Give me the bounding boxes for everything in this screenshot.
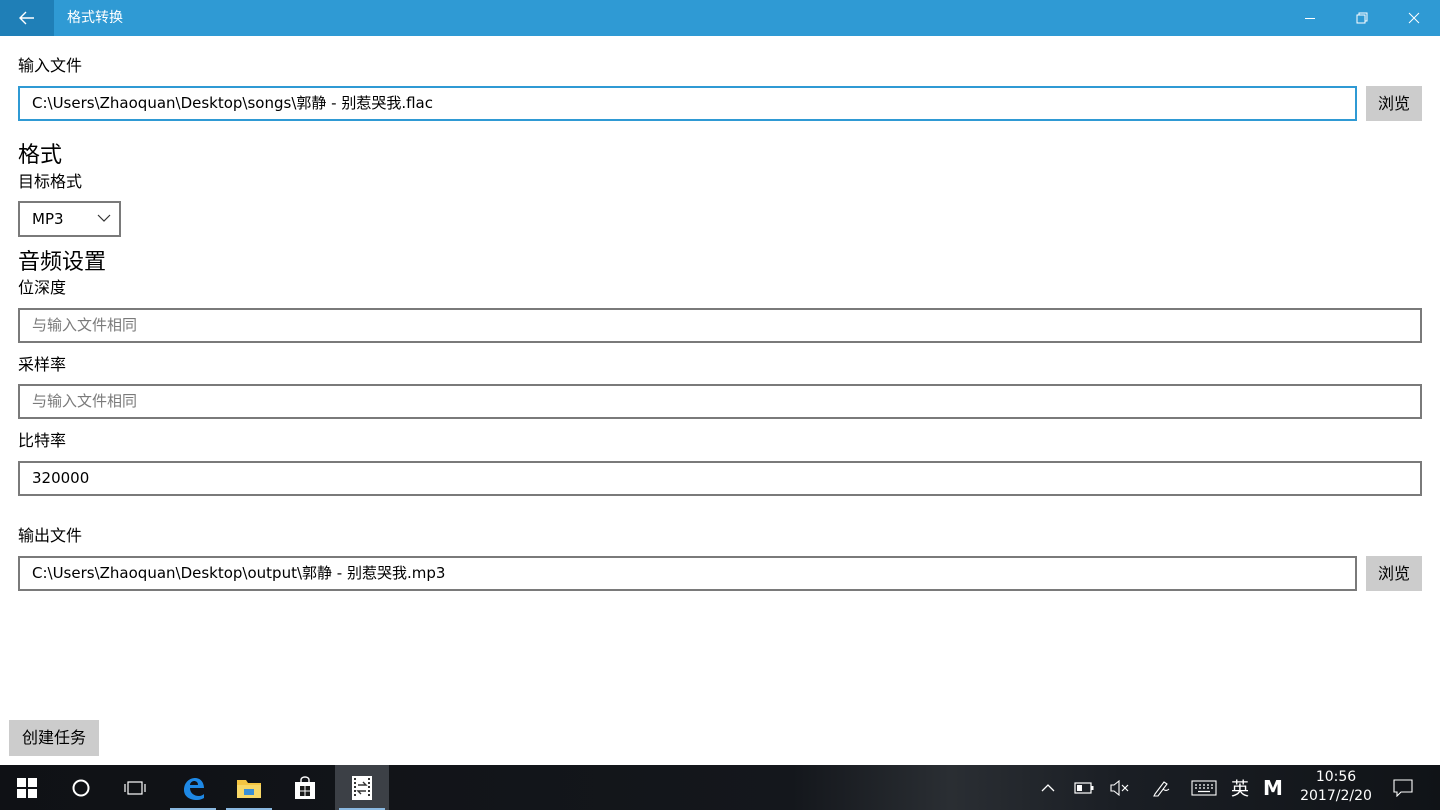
notification-icon [1393, 778, 1413, 797]
cortana-circle-icon [72, 779, 90, 796]
edge-browser-icon [184, 777, 204, 800]
close-button[interactable] [1388, 0, 1440, 36]
chevron-up-icon [1041, 783, 1055, 791]
task-view-icon [124, 780, 146, 795]
chevron-down-icon [97, 214, 111, 222]
format-heading: 格式 [18, 143, 63, 168]
pen-workspace-button[interactable] [1143, 765, 1179, 810]
windows-logo-icon [17, 777, 37, 798]
battery-icon [1074, 781, 1094, 794]
minimize-icon [1305, 18, 1315, 19]
minimize-button[interactable] [1284, 0, 1336, 36]
action-center-button[interactable] [1385, 765, 1421, 810]
keyboard-icon [1191, 779, 1217, 796]
window-title: 格式转换 [67, 10, 123, 26]
ime-language-indicator[interactable]: 英 [1222, 765, 1258, 810]
speaker-muted-icon [1110, 779, 1129, 796]
restore-icon [1356, 12, 1368, 24]
search-cortana-button[interactable] [54, 765, 108, 810]
sample-rate-placeholder: 与输入文件相同 [32, 392, 138, 410]
bit-depth-field[interactable]: 与输入文件相同 [18, 308, 1422, 343]
video-convert-icon [352, 775, 372, 800]
task-view-button[interactable] [108, 765, 162, 810]
system-clock[interactable]: 10:56 2017/2/20 [1296, 768, 1376, 806]
output-file-field[interactable]: C:\Users\Zhaoquan\Desktop\output\郭静 - 别惹… [18, 556, 1357, 591]
back-arrow-icon [19, 11, 34, 25]
bitrate-field[interactable]: 320000 [18, 461, 1422, 496]
bitrate-value: 320000 [32, 469, 90, 487]
input-file-field[interactable]: C:\Users\Zhaoquan\Desktop\songs\郭静 - 别惹哭… [18, 86, 1357, 121]
title-bar: 格式转换 [0, 0, 1440, 36]
create-task-button[interactable]: 创建任务 [9, 720, 99, 756]
input-browse-button[interactable]: 浏览 [1366, 86, 1422, 121]
input-file-label: 输入文件 [18, 56, 83, 75]
taskbar-file-explorer[interactable] [222, 765, 276, 810]
sample-rate-field[interactable]: 与输入文件相同 [18, 384, 1422, 419]
taskbar: 英 M 10:56 2017/2/20 [0, 765, 1440, 810]
pen-icon [1153, 780, 1170, 797]
ime-mode-indicator[interactable]: M [1255, 765, 1291, 810]
show-hidden-icons-button[interactable] [1030, 765, 1066, 810]
target-format-dropdown[interactable]: MP3 [18, 201, 121, 237]
close-icon [1408, 12, 1420, 24]
touch-keyboard-button[interactable] [1186, 765, 1222, 810]
volume-button[interactable] [1102, 765, 1138, 810]
bit-depth-label: 位深度 [18, 278, 67, 297]
taskbar-format-converter[interactable] [335, 765, 389, 810]
start-button[interactable] [0, 765, 54, 810]
input-file-value: C:\Users\Zhaoquan\Desktop\songs\郭静 - 别惹哭… [32, 94, 433, 112]
folder-icon [237, 779, 261, 798]
back-button[interactable] [0, 0, 54, 36]
taskbar-store[interactable] [278, 765, 332, 810]
output-file-value: C:\Users\Zhaoquan\Desktop\output\郭静 - 别惹… [32, 564, 446, 582]
output-browse-button[interactable]: 浏览 [1366, 556, 1422, 591]
audio-settings-heading: 音频设置 [18, 250, 107, 275]
store-bag-icon [295, 775, 315, 799]
restore-button[interactable] [1336, 0, 1388, 36]
bit-depth-placeholder: 与输入文件相同 [32, 316, 138, 334]
battery-button[interactable] [1066, 765, 1102, 810]
clock-time: 10:56 [1315, 769, 1357, 785]
bitrate-label: 比特率 [18, 431, 67, 450]
target-format-value: MP3 [32, 210, 64, 228]
output-file-label: 输出文件 [18, 526, 83, 545]
sample-rate-label: 采样率 [18, 355, 67, 374]
target-format-label: 目标格式 [18, 172, 83, 191]
taskbar-edge[interactable] [166, 765, 220, 810]
clock-date: 2017/2/20 [1300, 788, 1372, 804]
